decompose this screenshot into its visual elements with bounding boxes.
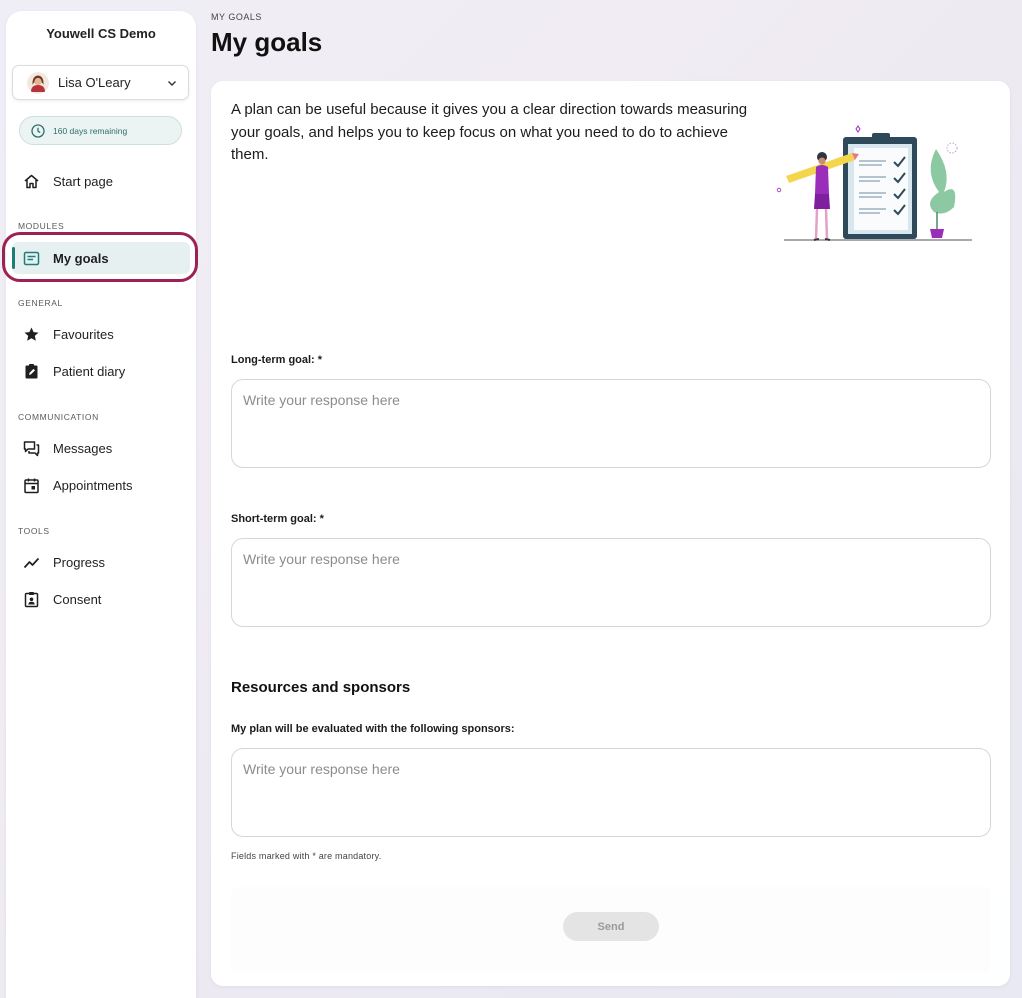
star-icon	[24, 327, 39, 341]
chevron-down-icon	[168, 80, 176, 86]
sponsors-placeholder: Write your response here	[243, 761, 400, 777]
user-name: Lisa O'Leary	[58, 75, 131, 90]
sidebar-item-favourites[interactable]: Favourites	[12, 318, 190, 350]
sidebar-item-label: Favourites	[53, 326, 114, 342]
sidebar-item-progress[interactable]: Progress	[12, 546, 190, 578]
sidebar-item-label: Progress	[53, 554, 106, 570]
sidebar-item-appointments[interactable]: Appointments	[12, 469, 190, 501]
clock-icon	[31, 123, 45, 138]
section-label-general: GENERAL	[18, 298, 63, 308]
user-avatar	[27, 71, 49, 94]
sidebar-item-messages[interactable]: Messages	[12, 432, 190, 464]
sidebar-item-label: Patient diary	[53, 363, 126, 379]
days-remaining-badge: 160 days remaining	[19, 116, 182, 145]
sidebar-item-label: Appointments	[53, 477, 133, 493]
sidebar-item-label: Consent	[53, 591, 102, 607]
section-label-communication: COMMUNICATION	[18, 412, 99, 422]
calendar-icon	[24, 478, 39, 493]
trend-icon	[23, 557, 40, 568]
sidebar-item-label: Start page	[53, 173, 113, 189]
breadcrumb: MY GOALS	[211, 12, 262, 22]
days-remaining-text: 160 days remaining	[53, 125, 128, 136]
sidebar-item-start-page[interactable]: Start page	[12, 165, 190, 197]
sponsors-label: My plan will be evaluated with the follo…	[231, 723, 515, 735]
home-icon	[24, 174, 39, 188]
goals-form-card: A plan can be useful because it gives yo…	[211, 81, 1010, 986]
consent-icon	[24, 591, 39, 607]
long-term-goal-placeholder: Write your response here	[243, 392, 400, 408]
short-term-goal-label: Short-term goal: *	[231, 513, 324, 525]
sidebar-item-patient-diary[interactable]: Patient diary	[12, 355, 190, 387]
long-term-goal-input[interactable]: Write your response here	[231, 379, 991, 468]
sidebar-item-consent[interactable]: Consent	[12, 583, 190, 615]
sponsors-input[interactable]: Write your response here	[231, 748, 991, 837]
long-term-goal-label: Long-term goal: *	[231, 354, 323, 366]
sidebar-item-label: Messages	[53, 440, 113, 456]
diary-icon	[25, 363, 38, 378]
messages-icon	[23, 440, 40, 456]
page-title: My goals	[211, 27, 323, 57]
mandatory-note: Fields marked with * are mandatory.	[231, 851, 382, 861]
short-term-goal-input[interactable]: Write your response here	[231, 538, 991, 627]
resources-heading: Resources and sponsors	[231, 679, 411, 696]
app-title: Youwell CS Demo	[46, 26, 156, 41]
sidebar: Youwell CS Demo Lisa O'Leary 160 days re…	[6, 11, 196, 998]
intro-text: A plan can be useful because it gives yo…	[231, 101, 748, 163]
highlight-ring	[2, 232, 198, 282]
checklist-illustration	[776, 125, 972, 241]
short-term-goal-placeholder: Write your response here	[243, 551, 400, 567]
send-button[interactable]: Send	[563, 912, 659, 941]
section-label-modules: MODULES	[18, 221, 65, 231]
user-selector[interactable]: Lisa O'Leary	[12, 65, 189, 100]
section-label-tools: TOOLS	[18, 526, 50, 536]
